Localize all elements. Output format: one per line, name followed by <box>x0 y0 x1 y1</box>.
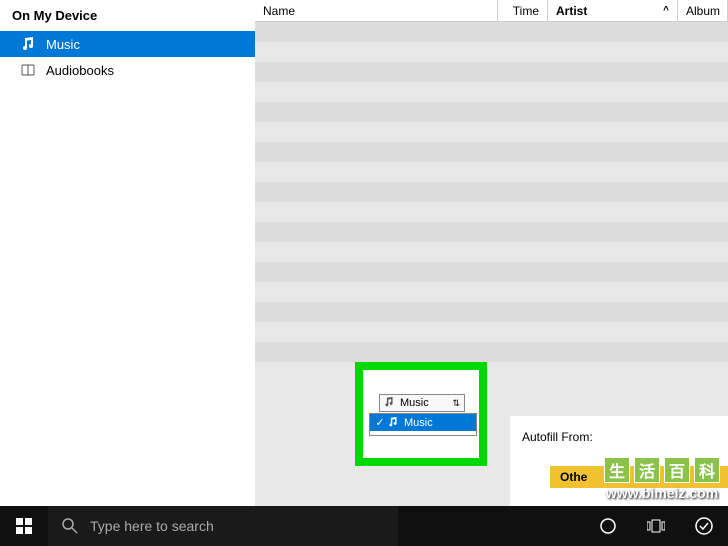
cortana-button[interactable] <box>584 506 632 546</box>
autofill-dropdown-menu: ✓ Music <box>369 413 477 436</box>
start-button[interactable] <box>0 506 48 546</box>
column-header-album[interactable]: Album <box>678 0 728 21</box>
other-label: Othe <box>560 470 587 484</box>
table-row[interactable] <box>255 362 728 382</box>
book-icon <box>20 62 36 78</box>
sort-indicator-icon: ^ <box>663 5 669 16</box>
table-row[interactable] <box>255 222 728 242</box>
music-icon <box>388 417 400 429</box>
table-row[interactable] <box>255 102 728 122</box>
dropdown-selected-label: Music <box>400 397 429 409</box>
search-placeholder: Type here to search <box>90 518 214 534</box>
sidebar: On My Device Music Audiobooks <box>0 0 255 546</box>
windows-icon <box>16 518 32 534</box>
search-icon <box>62 518 78 534</box>
table-row[interactable] <box>255 122 728 142</box>
table-row[interactable] <box>255 162 728 182</box>
table-row[interactable] <box>255 282 728 302</box>
music-icon <box>384 397 396 409</box>
autofill-dropdown[interactable]: Music ⇅ <box>379 394 465 412</box>
table-body <box>255 22 728 446</box>
highlight-annotation: Music ⇅ ✓ Music <box>355 362 487 466</box>
circle-icon <box>599 517 617 535</box>
dropdown-option[interactable] <box>370 431 476 435</box>
table-row[interactable] <box>255 142 728 162</box>
table-row[interactable] <box>255 82 728 102</box>
table-row[interactable] <box>255 302 728 322</box>
table-row[interactable] <box>255 42 728 62</box>
column-header-time[interactable]: Time <box>498 0 548 21</box>
table-row[interactable] <box>255 322 728 342</box>
watermark: 生 活 百 科 www.bimeiz.com <box>604 457 720 501</box>
table-row[interactable] <box>255 182 728 202</box>
main-area: Name Time Artist ^ Album Autofill From: … <box>255 0 728 506</box>
chevron-updown-icon: ⇅ <box>452 398 460 409</box>
watermark-url: www.bimeiz.com <box>604 485 720 501</box>
dropdown-option-music[interactable]: ✓ Music <box>370 414 476 431</box>
table-row[interactable] <box>255 242 728 262</box>
check-icon: ✓ <box>374 416 386 429</box>
table-row[interactable] <box>255 62 728 82</box>
dropdown-option-label: Music <box>404 417 433 429</box>
column-header-artist[interactable]: Artist ^ <box>548 0 678 21</box>
taskview-icon <box>647 519 665 533</box>
sidebar-item-audiobooks[interactable]: Audiobooks <box>0 57 255 83</box>
autofill-label: Autofill From: <box>522 430 593 444</box>
table-row[interactable] <box>255 342 728 362</box>
sidebar-item-label: Music <box>46 37 80 52</box>
table-header: Name Time Artist ^ Album <box>255 0 728 22</box>
shield-icon <box>695 517 713 535</box>
taskbar-app[interactable] <box>680 506 728 546</box>
taskbar-search[interactable]: Type here to search <box>48 506 398 546</box>
sidebar-item-music[interactable]: Music <box>0 31 255 57</box>
task-view-button[interactable] <box>632 506 680 546</box>
table-row[interactable] <box>255 202 728 222</box>
music-icon <box>20 36 36 52</box>
taskbar: Type here to search <box>0 506 728 546</box>
table-row[interactable] <box>255 22 728 42</box>
table-row[interactable] <box>255 262 728 282</box>
sidebar-header: On My Device <box>0 0 255 31</box>
column-header-name[interactable]: Name <box>255 0 498 21</box>
sidebar-item-label: Audiobooks <box>46 63 114 78</box>
